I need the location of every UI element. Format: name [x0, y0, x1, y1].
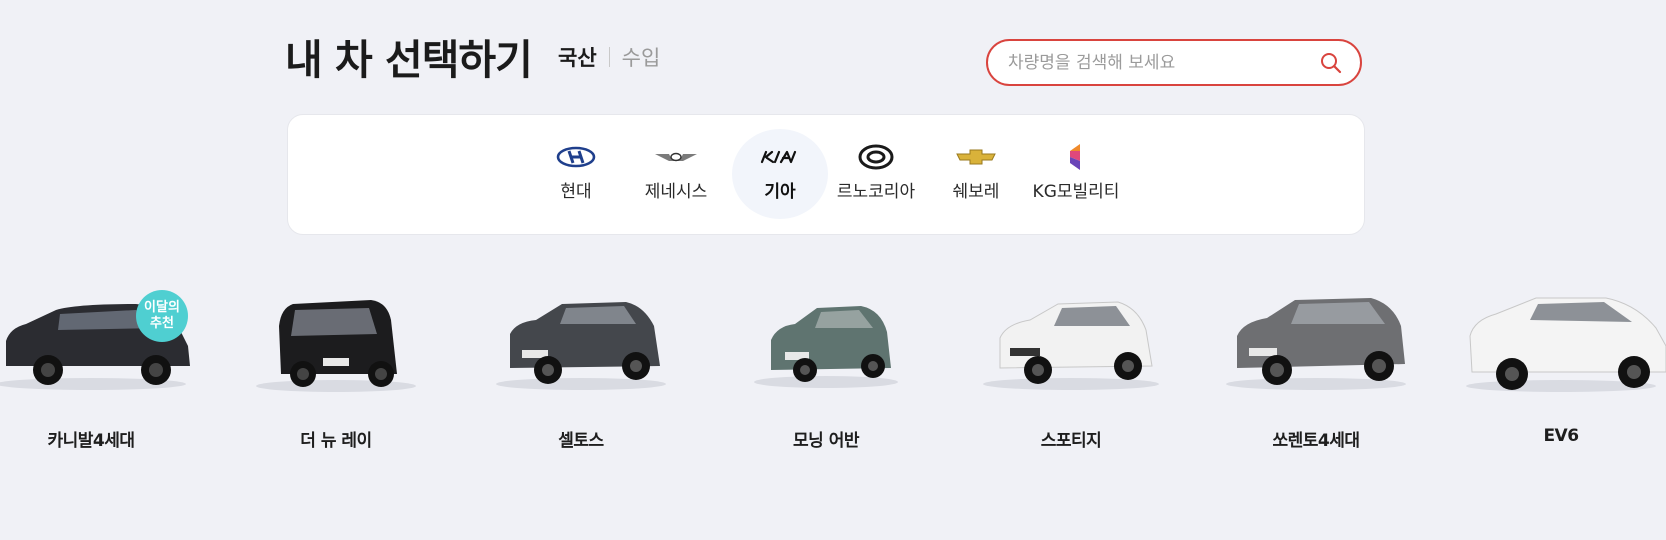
- genesis-logo-icon: [653, 141, 699, 173]
- car-image: [496, 302, 666, 390]
- brand-label: 제네시스: [644, 182, 708, 202]
- car-name: 셀토스: [558, 431, 604, 451]
- renault-korea-logo-icon: [858, 141, 894, 173]
- chevrolet-logo-icon: [956, 141, 996, 173]
- badge-line-2: 추천: [150, 316, 174, 331]
- search-box[interactable]: [986, 39, 1362, 86]
- brand-selector-panel: 현대 제네시스 기아 르노코리아 쉐보레 KG모빌리티: [287, 114, 1365, 235]
- car-image: [256, 300, 416, 392]
- brand-label: 현대: [560, 182, 592, 202]
- car-image: [1226, 298, 1406, 390]
- car-image: [1466, 297, 1666, 392]
- car-name: EV6: [1543, 426, 1579, 446]
- car-card-sportage[interactable]: 스포티지: [966, 286, 1176, 451]
- car-image: [983, 301, 1159, 390]
- hyundai-logo-icon: [556, 141, 596, 173]
- car-card-sorento[interactable]: 쏘렌토4세대: [1211, 286, 1421, 451]
- car-name: 모닝 어반: [793, 431, 859, 451]
- page-title: 내 차 선택하기: [285, 36, 533, 84]
- car-name: 스포티지: [1040, 431, 1102, 451]
- brand-label: KG모빌리티: [1032, 182, 1120, 202]
- car-card-seltos[interactable]: 셀토스: [476, 286, 686, 451]
- car-name: 카니발4세대: [47, 431, 135, 451]
- car-image: [754, 306, 898, 388]
- search-icon[interactable]: [1320, 52, 1342, 74]
- brand-label: 쉐보레: [952, 182, 1000, 202]
- brand-renault-korea[interactable]: 르노코리아: [828, 129, 924, 219]
- tab-imported[interactable]: 수입: [622, 42, 661, 72]
- brand-label: 르노코리아: [836, 182, 916, 202]
- kg-mobility-logo-icon: [1066, 141, 1086, 173]
- car-card-morning[interactable]: 모닝 어반: [721, 286, 931, 451]
- origin-tabs: 국산 수입: [558, 42, 660, 72]
- brand-kia[interactable]: 기아: [732, 129, 828, 219]
- tab-divider: [608, 47, 610, 67]
- car-name: 더 뉴 레이: [300, 431, 372, 451]
- brand-label: 기아: [764, 182, 796, 202]
- brand-kg-mobility[interactable]: KG모빌리티: [1028, 129, 1124, 219]
- tab-domestic[interactable]: 국산: [558, 42, 597, 72]
- car-name: 쏘렌토4세대: [1272, 431, 1360, 451]
- kia-logo-icon: [760, 141, 800, 173]
- brand-hyundai[interactable]: 현대: [528, 129, 624, 219]
- car-card-ray[interactable]: 더 뉴 레이: [231, 286, 441, 451]
- badge-line-1: 이달의: [144, 300, 180, 315]
- search-input[interactable]: [1006, 51, 1310, 74]
- car-card-ev6[interactable]: EV6: [1456, 286, 1666, 446]
- monthly-recommendation-badge: 이달의 추천: [136, 290, 188, 342]
- brand-chevrolet[interactable]: 쉐보레: [928, 129, 1024, 219]
- brand-genesis[interactable]: 제네시스: [628, 129, 724, 219]
